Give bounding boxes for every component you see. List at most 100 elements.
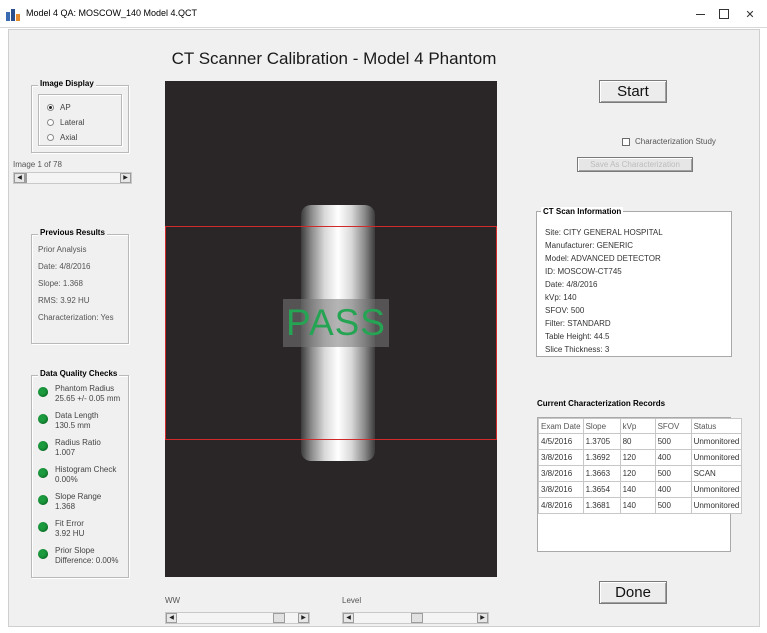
image-slider-left-arrow[interactable]: ◀: [14, 173, 25, 183]
level-slider-right-arrow[interactable]: ▶: [477, 613, 488, 623]
scan-info-line: Model: ADVANCED DETECTOR: [545, 254, 661, 263]
qc-name: Fit Error: [55, 519, 84, 528]
image-slider[interactable]: ◀ ▶: [13, 172, 132, 184]
qc-name: Prior Slope: [55, 546, 95, 555]
characterization-study-checkbox[interactable]: [622, 138, 630, 146]
image-slider-thumb[interactable]: [25, 173, 27, 183]
main-window: CT Scanner Calibration - Model 4 Phantom…: [8, 29, 760, 627]
qc-name: Radius Ratio: [55, 438, 101, 447]
qc-name: Data Length: [55, 411, 99, 420]
table-cell: 500: [654, 433, 692, 450]
column-header[interactable]: kVp: [619, 418, 656, 434]
scan-info-line: kVp: 140: [545, 293, 577, 302]
image-display-label: Image Display: [38, 79, 96, 88]
close-icon[interactable]: ✕: [738, 4, 762, 24]
status-ok-icon: [38, 387, 48, 397]
previous-result-line: Characterization: Yes: [38, 313, 114, 322]
radio-lateral[interactable]: Lateral: [47, 118, 84, 127]
table-cell: 140: [619, 497, 656, 514]
table-cell: 1.3663: [582, 465, 621, 482]
qc-name: Phantom Radius: [55, 384, 115, 393]
table-cell: 1.3692: [582, 449, 621, 466]
qc-value: 0.00%: [55, 475, 78, 484]
maximize-icon[interactable]: [712, 4, 736, 24]
table-row[interactable]: 3/8/2016 1.3692 120 400 Unmonitored: [538, 449, 743, 466]
qc-name: Slope Range: [55, 492, 102, 501]
app-icon: [6, 7, 20, 21]
table-header-row: Exam Date Slope kVp SFOV Status: [538, 418, 743, 434]
radio-axial[interactable]: Axial: [47, 133, 77, 142]
qc-name: Histogram Check: [55, 465, 117, 474]
ww-slider-thumb[interactable]: [273, 613, 285, 623]
previous-results-group: Previous Results Prior Analysis Date: 4/…: [31, 228, 129, 344]
table-cell: 120: [619, 465, 656, 482]
table-cell: 140: [619, 481, 656, 498]
table-cell: 1.3654: [582, 481, 621, 498]
image-slider-right-arrow[interactable]: ▶: [120, 173, 131, 183]
characterization-study-label[interactable]: Characterization Study: [635, 137, 716, 146]
table-cell: Unmonitored: [690, 481, 743, 498]
level-slider[interactable]: ◀ ▶: [342, 612, 489, 624]
page-title: CT Scanner Calibration - Model 4 Phantom: [171, 49, 497, 68]
done-button[interactable]: Done: [599, 581, 667, 604]
qc-value: 130.5 mm: [55, 421, 91, 430]
column-header[interactable]: Exam Date: [538, 418, 584, 434]
records-table[interactable]: Exam Date Slope kVp SFOV Status 4/5/2016…: [538, 418, 743, 514]
table-cell: 3/8/2016: [538, 465, 584, 482]
table-cell: 1.3705: [582, 433, 621, 450]
column-header[interactable]: SFOV: [654, 418, 692, 434]
scan-info-label: CT Scan Information: [541, 207, 624, 216]
scan-info-panel: CT Scan Information Site: CITY GENERAL H…: [536, 207, 732, 357]
radio-ap-dot[interactable]: [47, 104, 54, 111]
radio-axial-dot[interactable]: [47, 134, 54, 141]
qc-value: 1.368: [55, 502, 76, 511]
table-cell: 1.3681: [582, 497, 621, 514]
ww-slider-left-arrow[interactable]: ◀: [166, 613, 177, 623]
column-header[interactable]: Status: [690, 418, 743, 434]
column-header[interactable]: Slope: [582, 418, 621, 434]
scan-info-line: ID: MOSCOW-CT745: [545, 267, 622, 276]
level-label: Level: [342, 596, 362, 605]
table-cell: 120: [619, 449, 656, 466]
status-ok-icon: [38, 495, 48, 505]
result-badge: PASS: [283, 299, 389, 347]
image-counter: Image 1 of 78: [13, 160, 62, 169]
status-ok-icon: [38, 522, 48, 532]
table-cell: 400: [654, 481, 692, 498]
ww-slider[interactable]: ◀ ▶: [165, 612, 310, 624]
records-label: Current Characterization Records: [537, 399, 666, 408]
qc-value: 3.92 HU: [55, 529, 85, 538]
view-radio-box: AP Lateral Axial: [38, 94, 122, 146]
image-viewer[interactable]: PASS: [165, 81, 497, 577]
radio-lateral-label: Lateral: [60, 118, 85, 127]
table-cell: Unmonitored: [690, 449, 743, 466]
scan-info-line: Slice Thickness: 3: [545, 345, 610, 354]
data-quality-label: Data Quality Checks: [38, 369, 120, 378]
qc-value: 1.007: [55, 448, 76, 457]
start-button[interactable]: Start: [599, 80, 667, 103]
table-cell: 500: [654, 497, 692, 514]
scan-info-line: Date: 4/8/2016: [545, 280, 598, 289]
table-cell: 4/5/2016: [538, 433, 584, 450]
table-row[interactable]: 4/8/2016 1.3681 140 500 Unmonitored: [538, 497, 743, 514]
previous-result-line: Date: 4/8/2016: [38, 262, 91, 271]
data-quality-group: Data Quality Checks Phantom Radius 25.65 …: [31, 369, 129, 578]
table-row[interactable]: 3/8/2016 1.3663 120 500 SCAN: [538, 465, 743, 482]
table-cell: 500: [654, 465, 692, 482]
qc-value: Difference: 0.00%: [55, 556, 119, 565]
previous-result-line: Slope: 1.368: [38, 279, 83, 288]
ww-slider-right-arrow[interactable]: ▶: [298, 613, 309, 623]
level-slider-thumb[interactable]: [411, 613, 423, 623]
ww-label: WW: [165, 596, 181, 605]
table-cell: 80: [619, 433, 656, 450]
previous-result-line: Prior Analysis: [38, 245, 87, 254]
status-ok-icon: [38, 468, 48, 478]
radio-lateral-dot[interactable]: [47, 119, 54, 126]
status-ok-icon: [38, 441, 48, 451]
level-slider-left-arrow[interactable]: ◀: [343, 613, 354, 623]
minimize-icon[interactable]: [688, 4, 712, 24]
qc-value: 25.65 +/- 0.05 mm: [55, 394, 121, 403]
table-row[interactable]: 4/5/2016 1.3705 80 500 Unmonitored: [538, 433, 743, 450]
radio-ap[interactable]: AP: [47, 103, 71, 112]
table-row[interactable]: 3/8/2016 1.3654 140 400 Unmonitored: [538, 481, 743, 498]
